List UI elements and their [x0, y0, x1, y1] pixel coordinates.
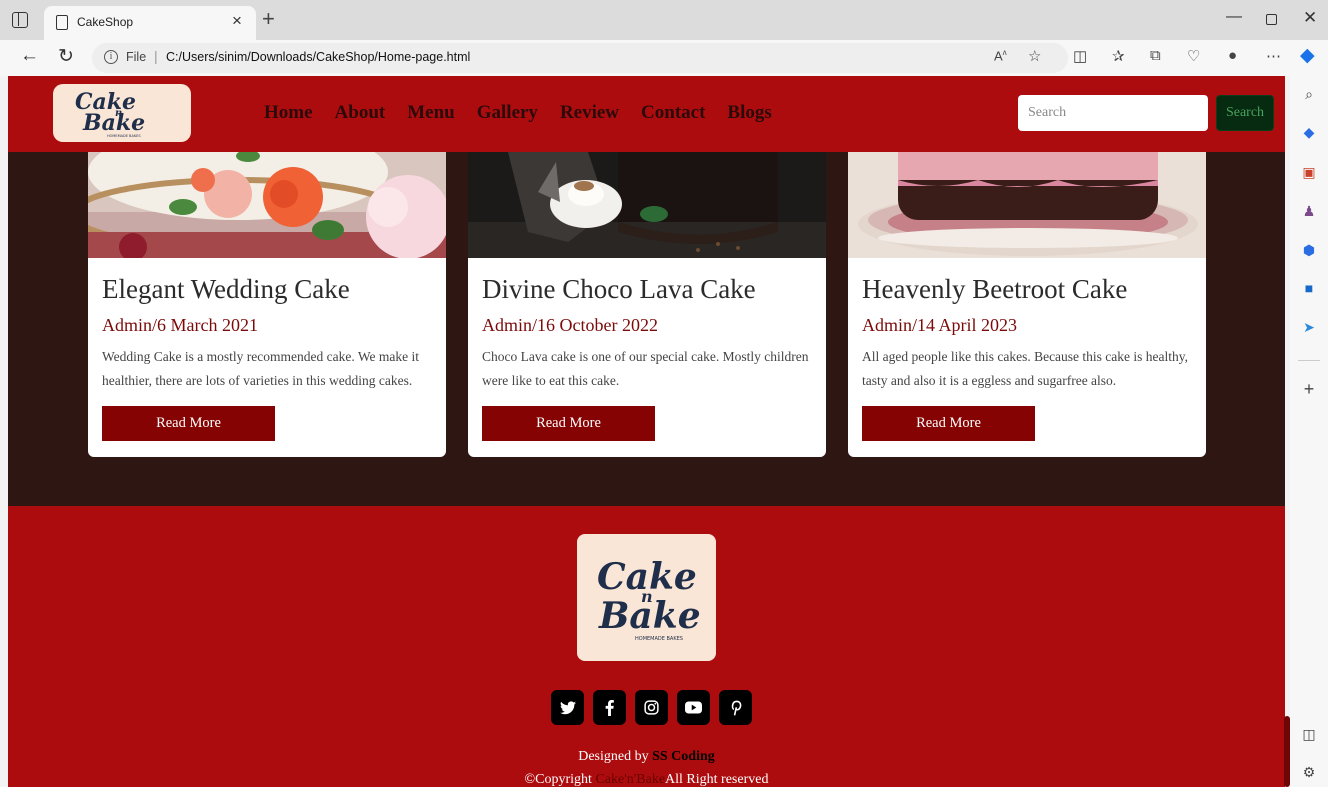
copilot-icon[interactable]: ◆: [1300, 44, 1315, 67]
svg-text:Bake: Bake: [598, 595, 701, 637]
browser-toolbar: ← ↻ i File | C:/Users/sinim/Downloads/Ca…: [0, 40, 1328, 76]
social-links: [551, 690, 752, 725]
browser-tab[interactable]: CakeShop ×: [44, 6, 256, 40]
search-input[interactable]: [1018, 95, 1208, 131]
tab-close-icon[interactable]: ×: [232, 11, 242, 31]
svg-text:HOMEMADE BAKES: HOMEMADE BAKES: [635, 636, 683, 642]
drop-icon[interactable]: ➤: [1300, 319, 1318, 336]
choco-lava-cake-image: [468, 152, 826, 258]
sidebar-divider: [1298, 360, 1320, 361]
facebook-icon[interactable]: [593, 690, 626, 725]
copyright-line: ©Copyright Cake'n'BakeAll Right reserved: [8, 772, 1285, 787]
microsoft-365-icon[interactable]: ⬢: [1300, 242, 1318, 259]
shopping-tag-icon[interactable]: ◆: [1300, 124, 1318, 141]
designer-name[interactable]: SS Coding: [652, 749, 715, 764]
svg-text:HOMEMADE BAKES: HOMEMADE BAKES: [107, 134, 141, 138]
instagram-icon[interactable]: [635, 690, 668, 725]
favorite-star-icon[interactable]: ☆: [1028, 47, 1041, 65]
nav-contact[interactable]: Contact: [641, 102, 705, 124]
nav-home[interactable]: Home: [264, 102, 313, 124]
nav-menu[interactable]: Menu: [407, 102, 455, 124]
blog-card: Heavenly Beetroot Cake Admin/14 April 20…: [848, 152, 1206, 457]
pinterest-icon[interactable]: [719, 690, 752, 725]
designed-by-line: Designed by SS Coding: [8, 749, 1285, 765]
profile-icon[interactable]: ●: [1228, 47, 1237, 64]
reload-icon[interactable]: ↻: [58, 45, 74, 68]
nav-about[interactable]: About: [335, 102, 386, 124]
search-icon[interactable]: ⌕: [1300, 86, 1318, 103]
tools-briefcase-icon[interactable]: ▣: [1300, 164, 1318, 181]
blog-text: Choco Lava cake is one of our special ca…: [482, 349, 809, 388]
blog-text: Wedding Cake is a mostly recommended cak…: [102, 349, 419, 388]
blog-title: Elegant Wedding Cake: [102, 274, 350, 304]
page-icon: [56, 15, 68, 30]
url-scheme-label: File: [126, 50, 147, 64]
site-header: Cake n Bake HOMEMADE BAKES Home About Me…: [8, 76, 1285, 152]
twitter-icon[interactable]: [551, 690, 584, 725]
blog-title: Divine Choco Lava Cake: [482, 274, 756, 304]
read-aloud-icon[interactable]: Aʌ: [994, 48, 1007, 63]
footer-logo: Cake n Bake HOMEMADE BAKES: [577, 534, 716, 661]
blog-title: Heavenly Beetroot Cake: [862, 274, 1128, 304]
read-more-button[interactable]: Read More: [482, 406, 655, 441]
copyright-label: ©Copyright: [524, 772, 596, 787]
blog-card: Elegant Wedding Cake Admin/6 March 2021 …: [88, 152, 446, 457]
read-more-button[interactable]: Read More: [862, 406, 1035, 441]
url-separator: |: [154, 48, 158, 64]
read-more-button[interactable]: Read More: [102, 406, 275, 441]
copyright-brand: Cake'n'Bake: [595, 772, 666, 787]
sidebar-toggle-icon[interactable]: ◫: [1300, 726, 1318, 743]
wedding-cake-image: [88, 152, 446, 258]
tab-title: CakeShop: [77, 15, 134, 29]
minimize-icon[interactable]: —: [1226, 8, 1242, 26]
nav-blogs[interactable]: Blogs: [727, 102, 771, 124]
web-page: Elegant Wedding Cake Admin/6 March 2021 …: [8, 76, 1285, 787]
more-options-icon[interactable]: ⋯: [1266, 47, 1281, 65]
blog-meta: Admin/14 April 2023: [862, 315, 1018, 335]
outlook-icon[interactable]: ■: [1300, 280, 1318, 296]
blog-meta: Admin/16 October 2022: [482, 315, 658, 335]
blog-card: Divine Choco Lava Cake Admin/16 October …: [468, 152, 826, 457]
url-text[interactable]: C:/Users/sinim/Downloads/CakeShop/Home-p…: [166, 50, 470, 64]
window-close-icon[interactable]: ✕: [1303, 8, 1317, 28]
page-scrollbar[interactable]: [1284, 716, 1290, 787]
collections-icon[interactable]: ⧉: [1150, 47, 1161, 64]
youtube-icon[interactable]: [677, 690, 710, 725]
site-footer: Cake n Bake HOMEMADE BAKES Designed by S…: [8, 506, 1285, 787]
info-icon[interactable]: i: [104, 50, 118, 64]
tab-actions-icon[interactable]: [12, 12, 28, 28]
split-screen-icon[interactable]: ◫: [1073, 47, 1087, 65]
blog-text: All aged people like this cakes. Because…: [862, 349, 1189, 388]
main-nav: Home About Menu Gallery Review Contact B…: [264, 102, 794, 124]
browser-tabbar: CakeShop × + — ✕: [0, 0, 1328, 40]
favorites-icon[interactable]: ✰: [1112, 47, 1125, 65]
beetroot-cake-image: [848, 152, 1206, 258]
browser-sidebar: ⌕ ◆ ▣ ♟ ⬢ ■ ➤ + ◫ ⚙: [1290, 76, 1328, 787]
address-bar[interactable]: i File | C:/Users/sinim/Downloads/CakeSh…: [92, 43, 1068, 73]
back-icon[interactable]: ←: [20, 45, 39, 67]
designed-by-label: Designed by: [578, 749, 653, 764]
nav-review[interactable]: Review: [560, 102, 619, 124]
settings-gear-icon[interactable]: ⚙: [1300, 764, 1318, 781]
browser-essentials-icon[interactable]: ♡: [1187, 47, 1200, 65]
blog-meta: Admin/6 March 2021: [102, 315, 258, 335]
games-icon[interactable]: ♟: [1300, 203, 1318, 220]
rights-label: All Right reserved: [665, 772, 769, 787]
restore-icon[interactable]: [1266, 14, 1277, 25]
svg-text:Bake: Bake: [82, 110, 145, 136]
site-logo[interactable]: Cake n Bake HOMEMADE BAKES: [53, 84, 191, 142]
add-sidebar-app-icon[interactable]: +: [1300, 379, 1318, 400]
nav-gallery[interactable]: Gallery: [477, 102, 538, 124]
search-button[interactable]: Search: [1216, 95, 1274, 131]
new-tab-icon[interactable]: +: [262, 6, 275, 32]
